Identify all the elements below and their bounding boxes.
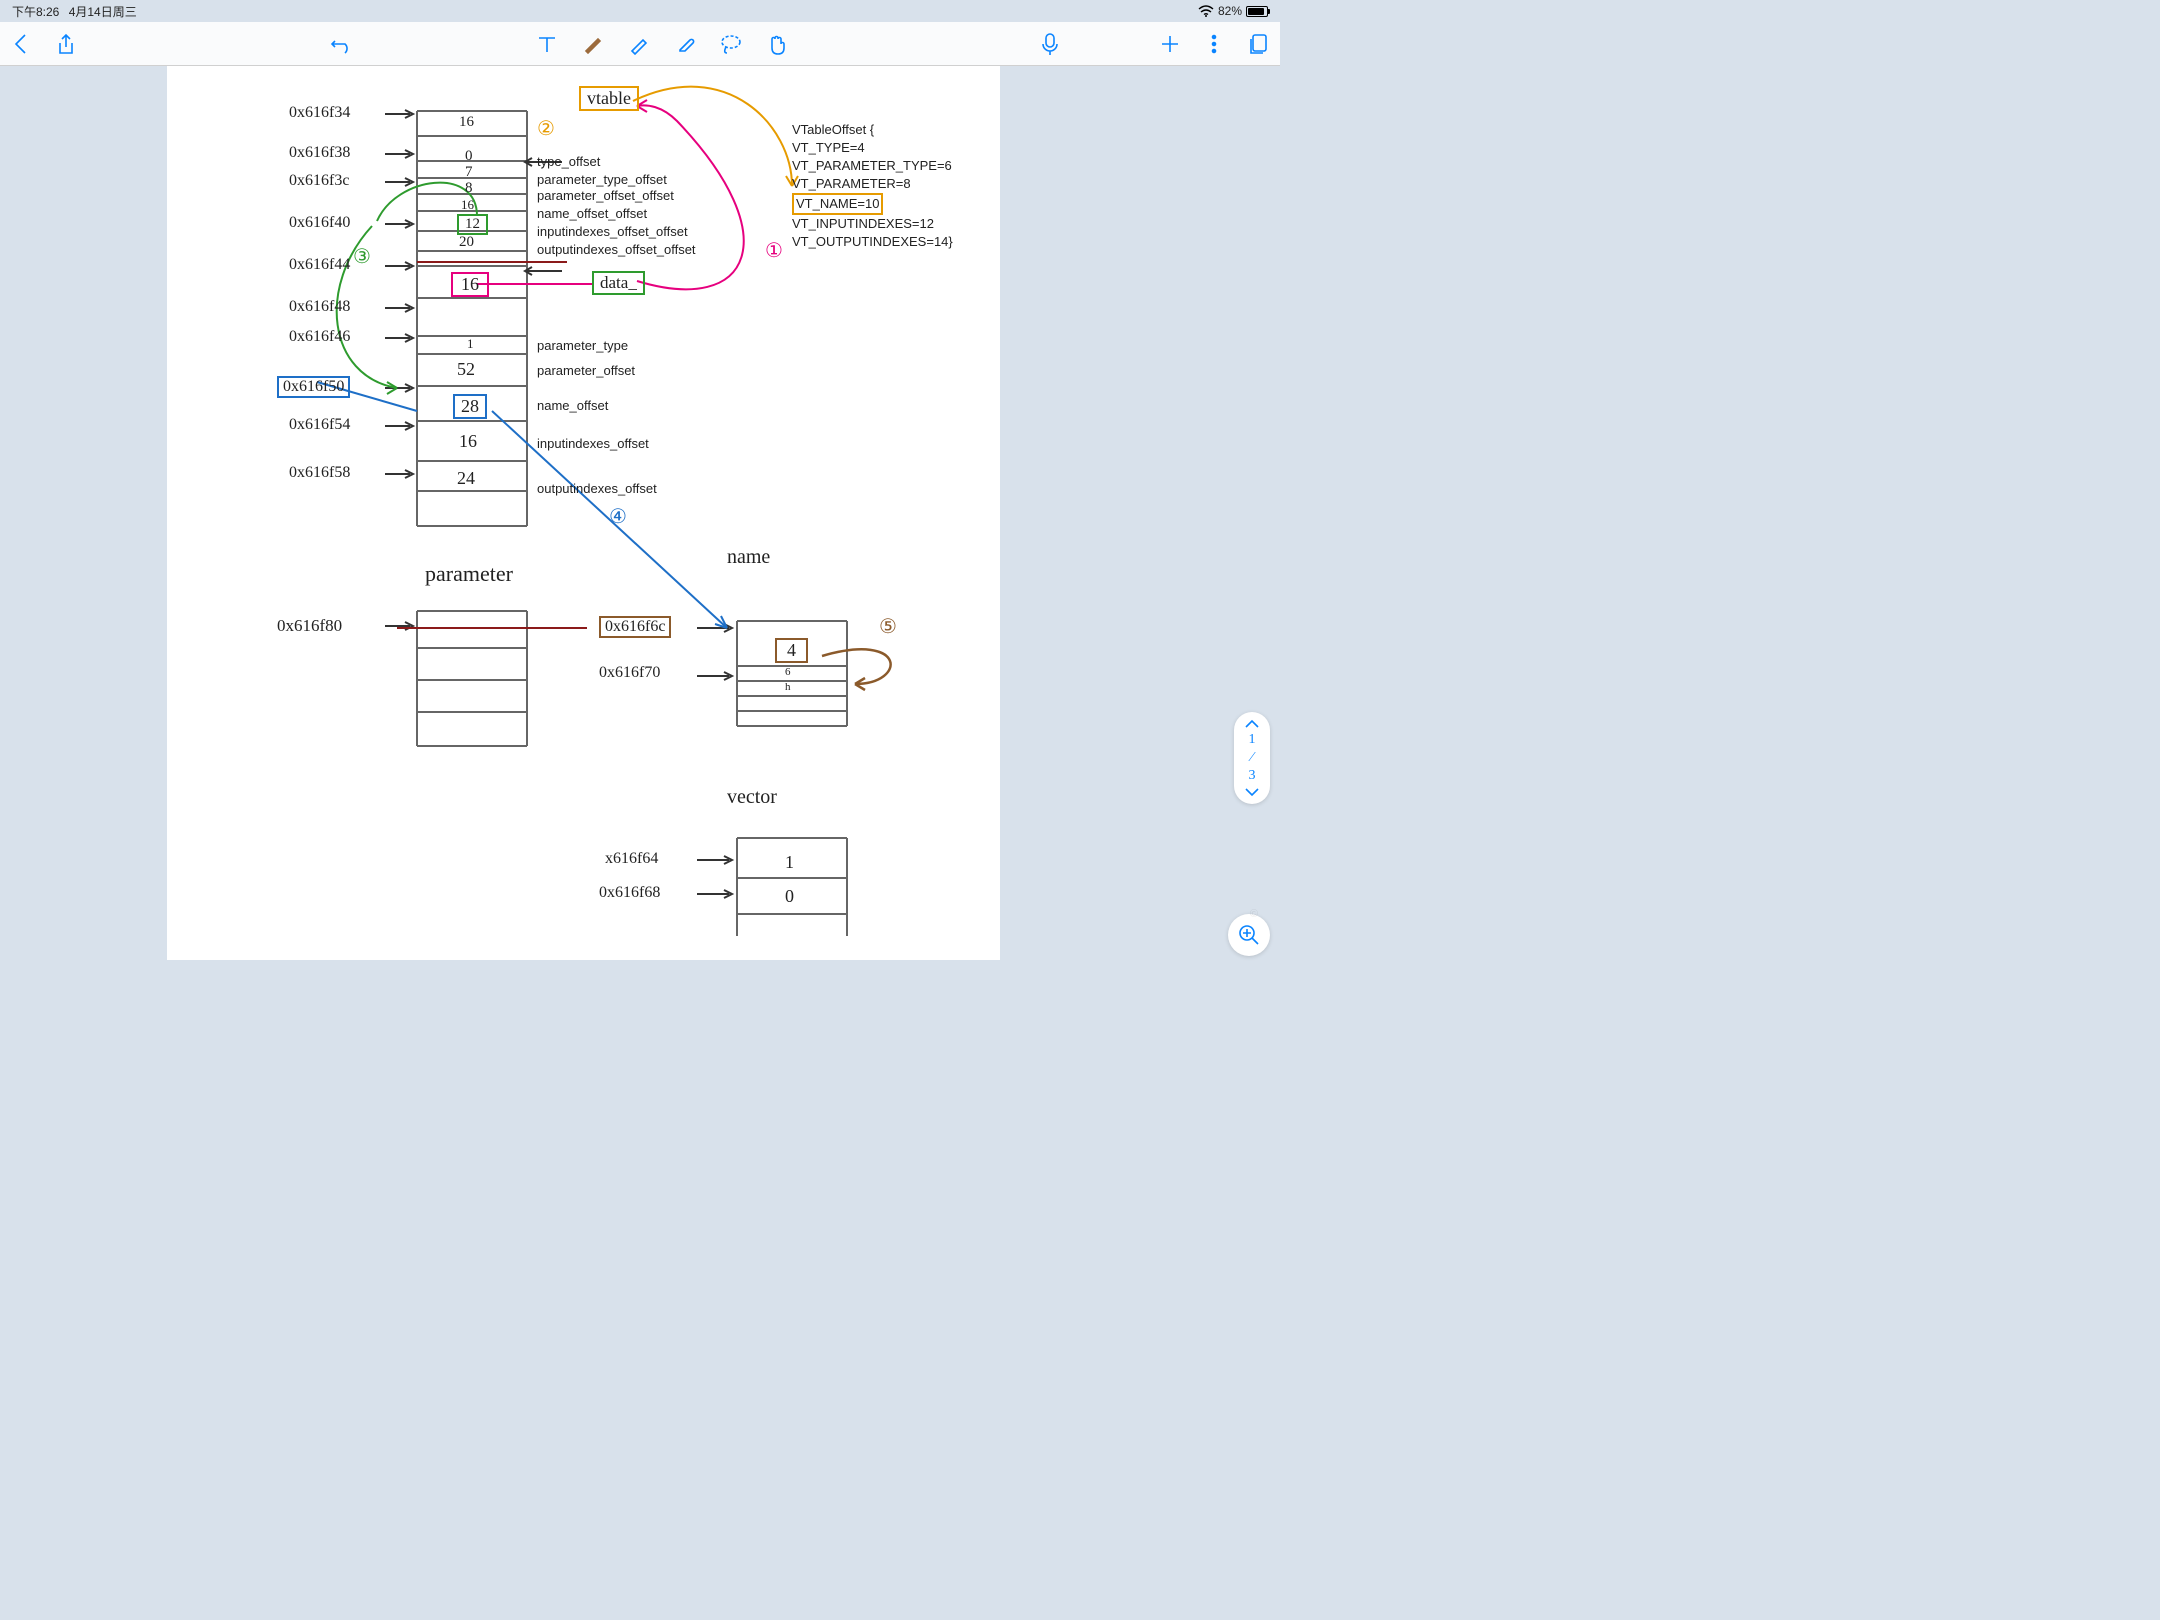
share-button[interactable] [54, 32, 78, 56]
cell-9: 52 [457, 359, 475, 380]
hdr-vector: vector [727, 786, 777, 809]
undo-button[interactable] [330, 32, 354, 56]
addr-9: 0x616f58 [289, 464, 350, 482]
label-data: data_ [592, 271, 645, 295]
watermark: © [1250, 908, 1260, 920]
fl-poff2: parameter_offset [537, 363, 635, 378]
fl-inidx2: inputindexes_offset [537, 436, 649, 451]
enum-vt-type: VT_TYPE=4 [792, 139, 953, 157]
marker-4: ④ [609, 504, 627, 529]
lasso-tool[interactable] [719, 32, 743, 56]
cell-3: 8 [465, 180, 473, 197]
addr-v0: x616f64 [605, 850, 658, 868]
fl-outidx: outputindexes_offset_offset [537, 242, 696, 257]
addr-5: 0x616f48 [289, 298, 350, 316]
fl-poff: parameter_offset_offset [537, 188, 674, 203]
zoom-in-icon [1237, 923, 1261, 947]
toolbar [0, 22, 1280, 66]
cell-12: 24 [457, 468, 475, 489]
text-tool[interactable] [535, 32, 559, 56]
more-button[interactable] [1202, 32, 1226, 56]
marker-1: ① [765, 238, 783, 263]
vtable-enum: VTableOffset { VT_TYPE=4 VT_PARAMETER_TY… [792, 121, 953, 251]
fl-name: name_offset_offset [537, 206, 647, 221]
zoom-button[interactable] [1228, 914, 1270, 956]
page-total: 3 [1249, 768, 1256, 784]
addr-p0: 0x616f80 [277, 616, 342, 636]
addr-6: 0x616f46 [289, 328, 350, 346]
cell-14: 6 [785, 666, 791, 678]
cell-1: 0 [465, 148, 473, 165]
fl-outidx2: outputindexes_offset [537, 481, 657, 496]
cell-6: 20 [459, 234, 474, 251]
mic-button[interactable] [1038, 32, 1062, 56]
addr-7: 0x616f50 [277, 376, 350, 398]
label-vtable: vtable [579, 86, 639, 111]
marker-3: ③ [353, 244, 371, 269]
pages-button[interactable] [1246, 32, 1270, 56]
cell-15: h [785, 681, 791, 693]
status-left: 下午8:26 4月14日周三 [12, 3, 143, 20]
addr-0: 0x616f34 [289, 104, 350, 122]
fl-ptype: parameter_type_offset [537, 172, 667, 187]
addr-3: 0x616f40 [289, 214, 350, 232]
back-button[interactable] [10, 32, 34, 56]
addr-8: 0x616f54 [289, 416, 350, 434]
addr-2: 0x616f3c [289, 172, 349, 190]
eraser-tool[interactable] [673, 32, 697, 56]
hand-tool[interactable] [765, 32, 789, 56]
cell-2: 7 [465, 164, 473, 181]
page-current: 1 [1249, 732, 1256, 748]
chevron-down-icon [1244, 786, 1260, 798]
hdr-name: name [727, 546, 770, 569]
marker-2: ② [537, 116, 555, 141]
page-scroller[interactable]: 1 ⁄ 3 [1234, 712, 1270, 804]
cell-11: 16 [459, 431, 477, 452]
fl-ptype2: parameter_type [537, 338, 628, 353]
cell-7: 16 [451, 272, 489, 297]
status-right: 82% [1198, 4, 1268, 18]
addr-1: 0x616f38 [289, 144, 350, 162]
addr-n1: 0x616f70 [599, 664, 660, 682]
wifi-icon [1198, 5, 1214, 17]
cell-0: 16 [459, 114, 474, 131]
status-time: 下午8:26 [12, 5, 59, 19]
fl-type: type_offset [537, 154, 600, 169]
enum-vt-name: VT_NAME=10 [792, 193, 883, 215]
cell-8: 1 [467, 336, 474, 352]
enum-vt-ptype: VT_PARAMETER_TYPE=6 [792, 157, 953, 175]
cell-16: 1 [785, 852, 794, 873]
status-bar: 下午8:26 4月14日周三 82% [0, 0, 1280, 22]
note-canvas[interactable]: VTableOffset { VT_TYPE=4 VT_PARAMETER_TY… [167, 66, 1000, 960]
addr-n0: 0x616f6c [599, 616, 671, 638]
enum-head: VTableOffset { [792, 121, 953, 139]
marker-5: ⑤ [879, 614, 897, 639]
addr-v1: 0x616f68 [599, 884, 660, 902]
add-button[interactable] [1158, 32, 1182, 56]
status-date: 4月14日周三 [69, 5, 137, 19]
cell-5: 16 [461, 197, 474, 213]
fl-inidx: inputindexes_offset_offset [537, 224, 688, 239]
page-sep: ⁄ [1251, 750, 1253, 766]
enum-vt-inidx: VT_INPUTINDEXES=12 [792, 215, 953, 233]
cell-4: 12 [457, 214, 488, 235]
chevron-up-icon [1244, 718, 1260, 730]
highlighter-tool[interactable] [627, 32, 651, 56]
pen-tool[interactable] [581, 32, 605, 56]
status-battery: 82% [1218, 4, 1242, 18]
hdr-parameter: parameter [425, 561, 513, 587]
enum-vt-outidx: VT_OUTPUTINDEXES=14} [792, 233, 953, 251]
cell-13: 4 [775, 638, 808, 663]
cell-10: 28 [453, 394, 487, 419]
cell-17: 0 [785, 886, 794, 907]
battery-icon [1246, 6, 1268, 17]
addr-4: 0x616f44 [289, 256, 350, 274]
fl-name2: name_offset [537, 398, 608, 413]
enum-vt-param: VT_PARAMETER=8 [792, 175, 953, 193]
